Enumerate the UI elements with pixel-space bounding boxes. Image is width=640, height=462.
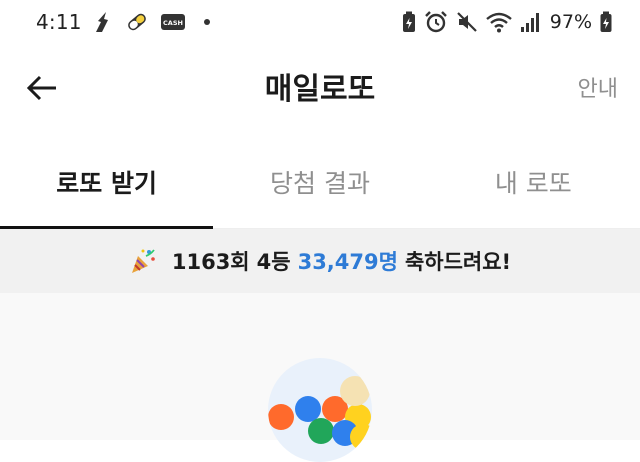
page-title: 매일로또 <box>264 72 376 107</box>
accessibility-icon <box>92 10 114 34</box>
battery-saver-icon <box>402 11 416 33</box>
tab-winning-results[interactable]: 당첨 결과 <box>213 136 426 228</box>
notification-dot-icon <box>203 19 210 25</box>
lotto-ball <box>308 418 334 444</box>
alarm-icon <box>424 10 448 34</box>
pill-icon <box>124 10 150 34</box>
status-bar: 4:11 CASH 97% <box>0 0 640 44</box>
banner-round: 1163회 <box>171 250 250 274</box>
app-header: 매일로또 안내 <box>0 44 640 136</box>
lotto-ball <box>340 376 370 406</box>
battery-icon <box>600 11 612 33</box>
wifi-icon <box>485 11 512 33</box>
guide-button[interactable]: 안내 <box>578 72 618 108</box>
signal-icon <box>520 11 540 33</box>
banner-rank: 4등 <box>256 250 291 274</box>
mute-icon <box>456 11 478 33</box>
status-bar-left: 4:11 CASH <box>36 8 210 36</box>
winner-banner: 1163회 4등 33,479명 축하드려요! <box>0 229 640 293</box>
party-popper-icon <box>129 247 157 275</box>
status-time: 4:11 <box>36 10 82 34</box>
banner-winner-count: 33,479명 <box>297 250 398 274</box>
banner-message: 축하드려요! <box>404 250 512 274</box>
cash-label: CASH <box>163 19 183 27</box>
cash-app-icon: CASH <box>160 12 186 32</box>
tab-my-lotto[interactable]: 내 로또 <box>427 136 640 228</box>
battery-percent: 97% <box>549 11 592 33</box>
tab-bar: 로또 받기 당첨 결과 내 로또 <box>0 136 640 229</box>
status-bar-right: 97% <box>394 8 612 36</box>
content-area <box>0 293 640 462</box>
lotto-ball <box>350 424 372 450</box>
lotto-balls-icon <box>268 358 372 462</box>
lotto-ball <box>268 404 294 430</box>
tab-get-lotto[interactable]: 로또 받기 <box>0 136 214 229</box>
